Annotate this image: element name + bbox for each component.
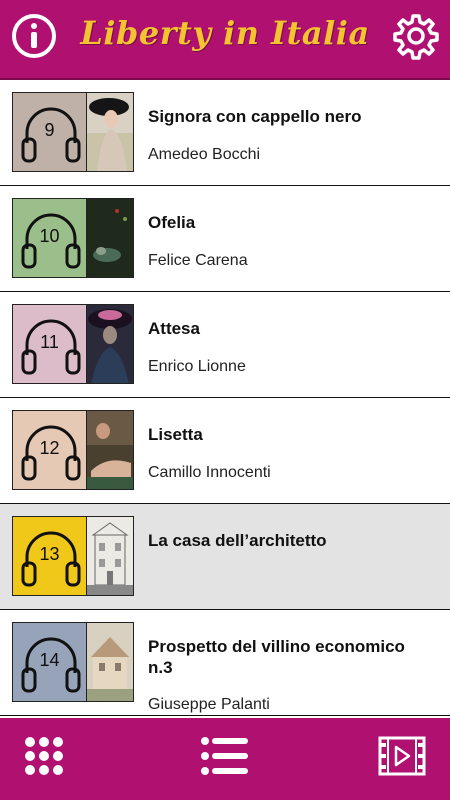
gear-icon[interactable] bbox=[392, 12, 440, 60]
list-icon[interactable] bbox=[200, 736, 250, 781]
artwork-title: Lisetta bbox=[148, 425, 203, 444]
painting-image bbox=[87, 305, 133, 383]
artist-name: Camillo Innocenti bbox=[148, 464, 271, 481]
artwork-list: 9 Signora con cappello nero Amedeo Bocch… bbox=[0, 80, 450, 718]
artist-name: Amedeo Bocchi bbox=[148, 146, 261, 163]
audio-tile: 9 bbox=[13, 93, 87, 171]
audio-tile: 11 bbox=[13, 305, 87, 383]
artwork-thumbnail: 12 bbox=[12, 410, 134, 490]
list-item-selected[interactable]: 13 La casa dell’architetto bbox=[0, 504, 450, 610]
painting-image bbox=[87, 411, 133, 489]
audio-tile: 14 bbox=[13, 623, 87, 701]
video-icon[interactable] bbox=[378, 736, 426, 781]
artist-name: Felice Carena bbox=[148, 252, 248, 269]
artwork-thumbnail: 10 bbox=[12, 198, 134, 278]
list-item[interactable]: 10 Ofelia Felice Carena bbox=[0, 186, 450, 292]
grid-icon[interactable] bbox=[24, 736, 64, 781]
audio-tile: 13 bbox=[13, 517, 87, 595]
artwork-title: Attesa bbox=[148, 319, 200, 338]
app-header: Liberty in Italia bbox=[0, 0, 450, 80]
track-number: 13 bbox=[39, 544, 60, 564]
artist-name: Giuseppe Palanti bbox=[148, 696, 270, 713]
list-item[interactable]: 12 Lisetta Camillo Innocenti bbox=[0, 398, 450, 504]
list-item[interactable]: 11 Attesa Enrico Lionne bbox=[0, 292, 450, 398]
track-number: 11 bbox=[40, 332, 59, 352]
artwork-thumbnail: 13 bbox=[12, 516, 134, 596]
artwork-thumbnail: 11 bbox=[12, 304, 134, 384]
audio-tile: 12 bbox=[13, 411, 87, 489]
artwork-thumbnail: 14 bbox=[12, 622, 134, 702]
artist-name: Enrico Lionne bbox=[148, 358, 246, 375]
audio-tile: 10 bbox=[13, 199, 87, 277]
artwork-title: Ofelia bbox=[148, 213, 196, 232]
track-number: 10 bbox=[39, 226, 60, 246]
list-item[interactable]: 14 Prospetto del villino economico n.3 G… bbox=[0, 610, 450, 716]
info-icon[interactable] bbox=[10, 12, 58, 60]
painting-image bbox=[87, 623, 133, 701]
painting-image bbox=[87, 517, 133, 595]
track-number: 9 bbox=[44, 120, 55, 140]
list-item[interactable]: 9 Signora con cappello nero Amedeo Bocch… bbox=[0, 80, 450, 186]
artwork-title: Signora con cappello nero bbox=[148, 107, 362, 126]
painting-image bbox=[87, 93, 133, 171]
artwork-thumbnail: 9 bbox=[12, 92, 134, 172]
app-title: Liberty in Italia bbox=[80, 14, 370, 52]
artwork-title: Prospetto del villino economico n.3 bbox=[148, 637, 405, 677]
artwork-title: La casa dell’architetto bbox=[148, 531, 327, 550]
track-number: 12 bbox=[39, 438, 60, 458]
painting-image bbox=[87, 199, 133, 277]
track-number: 14 bbox=[39, 650, 60, 670]
bottom-tab-bar bbox=[0, 718, 450, 800]
